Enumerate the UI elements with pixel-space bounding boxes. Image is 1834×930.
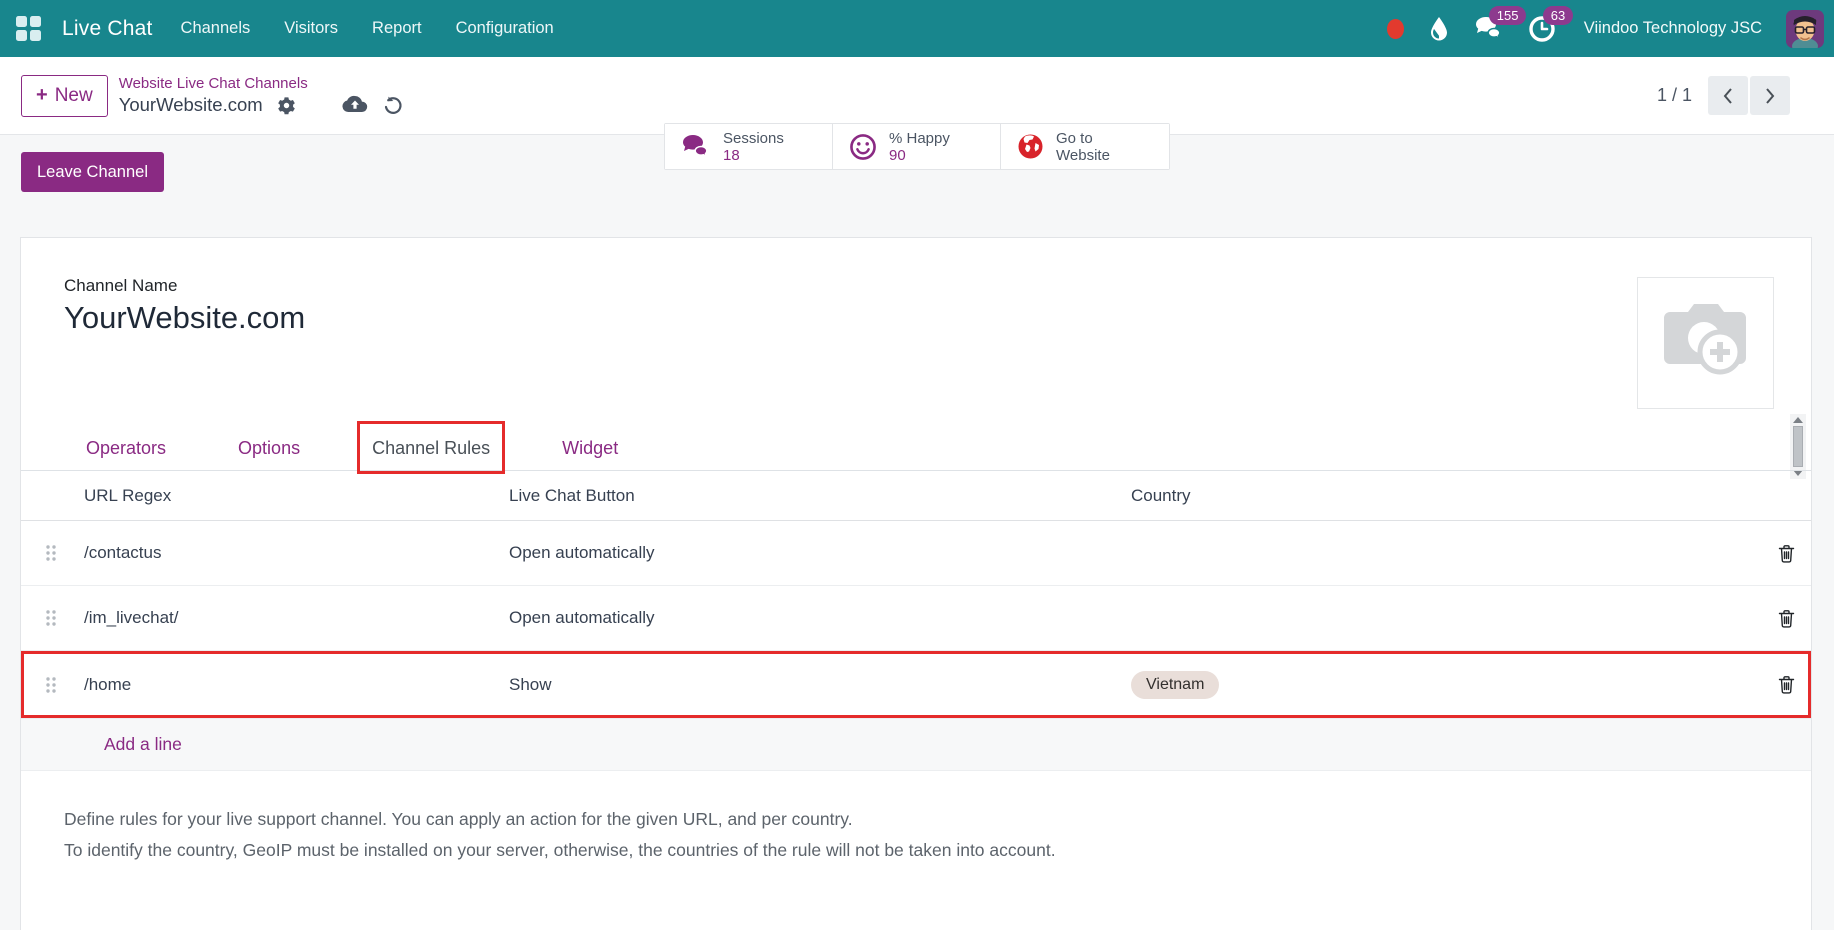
country-tag[interactable]: Vietnam <box>1131 671 1219 699</box>
url-regex-cell[interactable]: /home <box>84 675 509 695</box>
delete-row-icon[interactable] <box>1778 544 1795 563</box>
tab-channel-rules[interactable]: Channel Rules <box>372 426 490 470</box>
drag-handle-icon[interactable] <box>44 675 58 695</box>
messages-count-badge: 155 <box>1489 6 1527 25</box>
live-chat-button-cell[interactable]: Show <box>509 675 1111 695</box>
company-name[interactable]: Viindoo Technology JSC <box>1584 19 1762 38</box>
tab-options[interactable]: Options <box>238 426 300 470</box>
add-a-line-link[interactable]: Add a line <box>21 719 1811 771</box>
leave-channel-button[interactable]: Leave Channel <box>21 152 164 192</box>
droplet-icon[interactable] <box>1428 16 1450 42</box>
channel-name-value[interactable]: YourWebsite.com <box>64 300 305 336</box>
pager-next-button[interactable] <box>1750 76 1790 115</box>
delete-row-icon[interactable] <box>1778 675 1795 694</box>
tab-operators[interactable]: Operators <box>86 426 166 470</box>
table-row[interactable]: /contactus Open automatically <box>21 521 1811 586</box>
breadcrumb-current: YourWebsite.com <box>119 94 263 116</box>
live-chat-button-cell[interactable]: Open automatically <box>509 543 1111 563</box>
tab-widget[interactable]: Widget <box>562 426 618 470</box>
column-header-live-chat-button[interactable]: Live Chat Button <box>509 486 1111 506</box>
channel-rules-table: URL Regex Live Chat Button Country /cont… <box>21 471 1811 771</box>
go-to-website-button[interactable]: Go to Website <box>1001 124 1169 169</box>
pager-value: 1 / 1 <box>1657 85 1692 106</box>
activities-count-badge: 63 <box>1543 6 1573 25</box>
table-row[interactable]: /home Show Vietnam <box>21 651 1811 719</box>
breadcrumb-parent-link[interactable]: Website Live Chat Channels <box>119 75 403 92</box>
happy-stat-button[interactable]: % Happy 90 <box>833 124 1001 169</box>
activities-clock-icon[interactable]: 63 <box>1528 15 1556 43</box>
recording-indicator-icon <box>1387 19 1404 39</box>
table-row[interactable]: /im_livechat/ Open automatically <box>21 586 1811 651</box>
help-line-2: To identify the country, GeoIP must be i… <box>64 835 1056 866</box>
camera-plus-icon <box>1658 300 1754 386</box>
channel-name-label: Channel Name <box>64 276 177 296</box>
url-regex-cell[interactable]: /contactus <box>84 543 509 563</box>
page-content: Leave Channel Channel Name YourWebsite.c… <box>0 135 1834 930</box>
chevron-right-icon <box>1763 87 1777 105</box>
stat-buttons: Sessions 18 % Happy 90 Go to Website <box>664 123 1170 170</box>
nav-item-configuration[interactable]: Configuration <box>456 19 554 38</box>
discard-undo-icon[interactable] <box>382 95 403 116</box>
table-header-row: URL Regex Live Chat Button Country <box>21 471 1811 521</box>
help-line-1: Define rules for your live support chann… <box>64 804 1056 835</box>
rules-help-text: Define rules for your live support chann… <box>64 804 1056 866</box>
nav-item-report[interactable]: Report <box>372 19 422 38</box>
settings-gear-icon[interactable] <box>277 96 296 115</box>
breadcrumb: Website Live Chat Channels YourWebsite.c… <box>119 75 403 116</box>
plus-icon: + <box>36 84 48 107</box>
pager-previous-button[interactable] <box>1708 76 1748 115</box>
cloud-save-icon[interactable] <box>342 95 368 115</box>
user-avatar[interactable] <box>1786 10 1824 48</box>
pager: 1 / 1 <box>1657 76 1790 115</box>
new-button[interactable]: + New <box>21 75 108 117</box>
url-regex-cell[interactable]: /im_livechat/ <box>84 608 509 628</box>
delete-row-icon[interactable] <box>1778 609 1795 628</box>
scroll-up-icon[interactable] <box>1793 417 1803 423</box>
chat-bubbles-icon <box>681 134 711 160</box>
messages-icon[interactable]: 155 <box>1474 15 1504 42</box>
chevron-left-icon <box>1721 87 1735 105</box>
column-header-url-regex[interactable]: URL Regex <box>84 486 509 506</box>
drag-handle-icon[interactable] <box>44 608 58 628</box>
nav-item-visitors[interactable]: Visitors <box>284 19 338 38</box>
control-panel: + New Website Live Chat Channels YourWeb… <box>0 57 1834 135</box>
nav-menu: Channels Visitors Report Configuration <box>181 19 554 38</box>
notebook-tabs: Operators Options Channel Rules Widget <box>21 426 1811 471</box>
apps-grid-icon[interactable] <box>16 16 42 42</box>
column-header-country[interactable]: Country <box>1111 486 1755 506</box>
app-name[interactable]: Live Chat <box>62 17 153 41</box>
live-chat-button-cell[interactable]: Open automatically <box>509 608 1111 628</box>
sessions-stat-button[interactable]: Sessions 18 <box>665 124 833 169</box>
smiley-icon <box>849 133 877 161</box>
channel-form-card: Channel Name YourWebsite.com Operators O… <box>20 237 1812 930</box>
globe-icon <box>1017 133 1044 160</box>
channel-image-upload[interactable] <box>1637 277 1774 409</box>
nav-item-channels[interactable]: Channels <box>181 19 251 38</box>
top-nav: Live Chat Channels Visitors Report Confi… <box>0 0 1834 57</box>
drag-handle-icon[interactable] <box>44 543 58 563</box>
